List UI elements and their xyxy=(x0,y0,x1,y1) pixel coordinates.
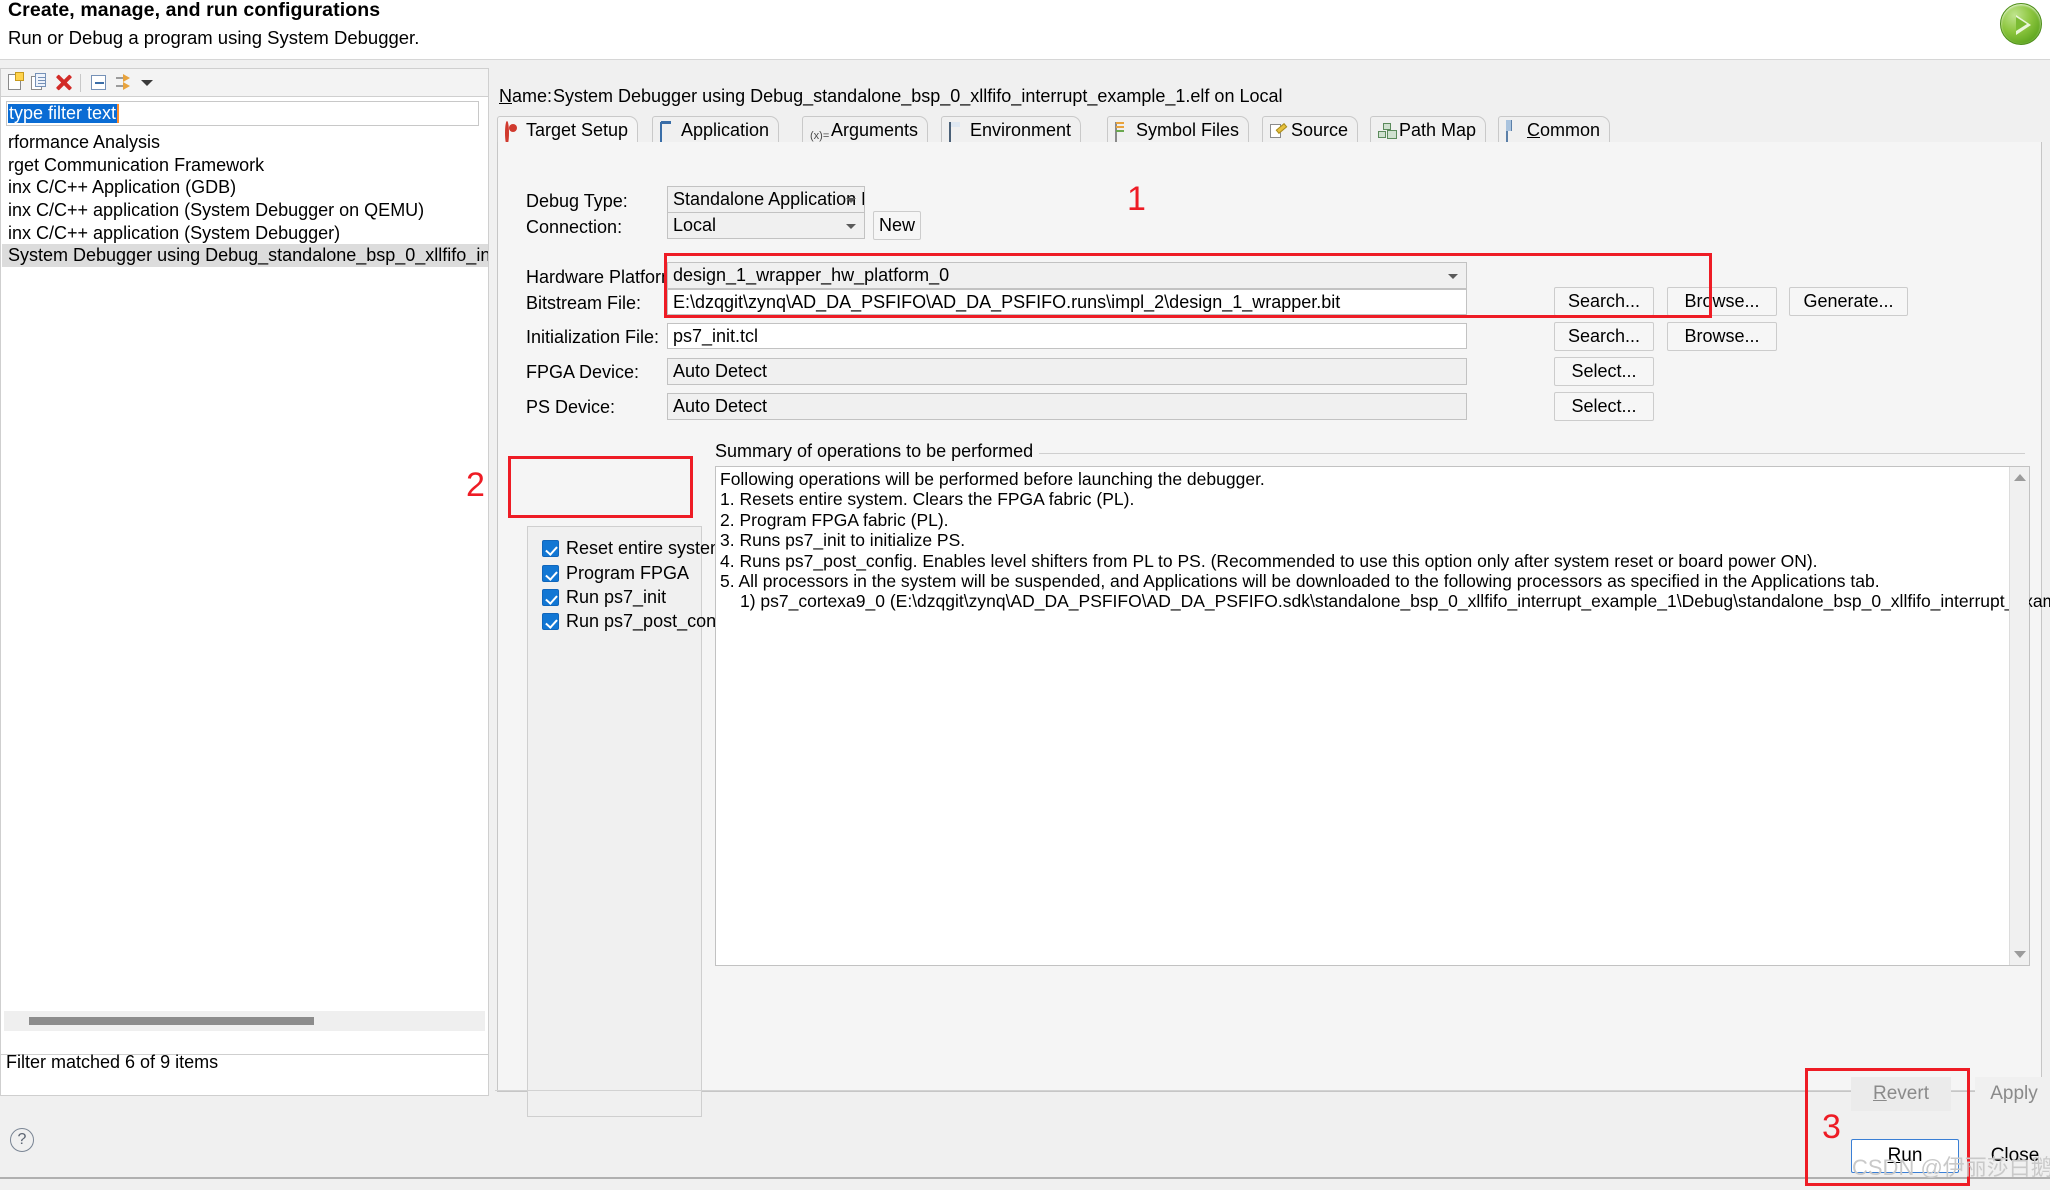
tab-common[interactable]: Common xyxy=(1498,116,1611,144)
launch-configurations-panel: type filter text rformance Analysis rget… xyxy=(0,68,489,1114)
tab-bar: Target Setup Application (x)=Arguments E… xyxy=(497,116,2042,145)
hardware-platform-label: Hardware Platform: xyxy=(526,267,682,287)
footer-divider xyxy=(495,1090,2044,1091)
page-subtitle: Run or Debug a program using System Debu… xyxy=(8,27,420,48)
connection-select[interactable]: Local xyxy=(667,212,865,239)
annotation-number-3: 3 xyxy=(1822,1108,1841,1146)
tab-application[interactable]: Application xyxy=(652,116,780,144)
summary-group-title: Summary of operations to be performed xyxy=(715,441,1040,462)
summary-line: 5. All processors in the system will be … xyxy=(720,570,1880,591)
summary-line-indented: 1) ps7_cortexa9_0 (E:\dzqgit\zynq\AD_DA_… xyxy=(740,591,2050,612)
checkbox-icon[interactable] xyxy=(542,589,559,606)
configurations-toolbar xyxy=(0,68,489,96)
revert-button[interactable]: Revert xyxy=(1851,1077,1951,1111)
init-search-button[interactable]: Search... xyxy=(1554,322,1654,351)
tab-path-map[interactable]: Path Map xyxy=(1370,116,1487,143)
bitstream-generate-button[interactable]: Generate... xyxy=(1789,287,1908,316)
chevron-down-icon xyxy=(846,224,856,229)
collapse-all-icon[interactable] xyxy=(89,73,111,93)
list-item[interactable]: inx C/C++ application (System Debugger o… xyxy=(2,199,488,222)
horizontal-scrollbar-thumb[interactable] xyxy=(29,1017,314,1025)
fpga-device-select-button[interactable]: Select... xyxy=(1554,357,1654,386)
annotation-number-2: 2 xyxy=(466,466,485,504)
toolbar-separator xyxy=(80,74,81,92)
source-icon xyxy=(1270,123,1288,139)
target-icon xyxy=(505,120,523,145)
name-field[interactable]: System Debugger using Debug_standalone_b… xyxy=(553,86,1282,107)
ps-device-select-button[interactable]: Select... xyxy=(1554,392,1654,421)
hardware-platform-value: design_1_wrapper_hw_platform_0 xyxy=(673,265,950,285)
tab-environment[interactable]: Environment xyxy=(941,116,1082,144)
debug-type-label: Debug Type: xyxy=(526,191,628,211)
bitstream-file-label: Bitstream File: xyxy=(526,293,642,313)
tab-arguments[interactable]: (x)=Arguments xyxy=(802,116,929,143)
help-icon[interactable]: ? xyxy=(10,1128,34,1152)
bitstream-browse-button[interactable]: Browse... xyxy=(1667,287,1777,316)
scroll-up-icon[interactable] xyxy=(2014,474,2026,481)
list-item[interactable]: rget Communication Framework xyxy=(2,154,488,177)
bitstream-file-input[interactable]: E:\dzqgit\zynq\AD_DA_PSFIFO\AD_DA_PSFIFO… xyxy=(667,289,1467,315)
debug-type-select[interactable]: Standalone Application Debug xyxy=(667,186,865,213)
annotation-number-1: 1 xyxy=(1127,180,1146,218)
search-input-selected-text: type filter text xyxy=(8,104,120,123)
run-play-icon xyxy=(2000,3,2042,45)
delete-icon[interactable] xyxy=(53,73,75,93)
page-header: Create, manage, and run configurations R… xyxy=(0,0,2050,60)
fpga-device-label: FPGA Device: xyxy=(526,362,640,382)
initialization-file-input[interactable]: ps7_init.tcl xyxy=(667,323,1467,349)
fpga-device-field[interactable]: Auto Detect xyxy=(667,358,1467,385)
symbol-files-icon xyxy=(1115,120,1133,144)
tab-symbol-files[interactable]: Symbol Files xyxy=(1107,116,1250,144)
page-title: Create, manage, and run configurations xyxy=(8,0,381,21)
chevron-down-icon xyxy=(846,198,856,203)
common-icon xyxy=(1506,120,1524,144)
connection-value: Local xyxy=(673,215,717,235)
application-icon xyxy=(660,120,678,144)
new-connection-button[interactable]: New xyxy=(873,211,921,240)
list-item[interactable]: rformance Analysis xyxy=(2,131,488,154)
summary-line: 3. Runs ps7_init to initialize PS. xyxy=(720,530,966,551)
hardware-platform-select[interactable]: design_1_wrapper_hw_platform_0 xyxy=(667,262,1467,289)
new-launch-configuration-icon[interactable] xyxy=(5,72,27,93)
ps-device-field[interactable]: Auto Detect xyxy=(667,393,1467,420)
scroll-down-icon[interactable] xyxy=(2014,951,2026,958)
environment-icon xyxy=(949,120,967,144)
checkbox-icon[interactable] xyxy=(542,565,559,582)
configurations-tree[interactable]: rformance Analysis rget Communication Fr… xyxy=(2,131,488,1041)
watermark: CSDN @伊丽莎白鹅 xyxy=(1852,1155,2050,1180)
summary-content: Following operations will be performed b… xyxy=(720,469,2050,612)
summary-line: 2. Program FPGA fabric (PL). xyxy=(720,509,949,530)
filter-status-text: Filter matched 6 of 9 items xyxy=(6,1052,219,1072)
list-item[interactable]: inx C/C++ Application (GDB) xyxy=(2,176,488,199)
summary-line: Following operations will be performed b… xyxy=(720,469,1265,489)
summary-line: 4. Runs ps7_post_config. Enables level s… xyxy=(720,550,1818,571)
debug-type-value: Standalone Application Debug xyxy=(673,189,864,209)
chevron-down-icon[interactable] xyxy=(137,73,159,93)
list-item[interactable]: inx C/C++ application (System Debugger) xyxy=(2,222,488,245)
tab-target-setup[interactable]: Target Setup xyxy=(497,116,639,145)
duplicate-icon[interactable] xyxy=(29,73,51,93)
window-bottom-edge xyxy=(0,1177,2050,1179)
vertical-scrollbar[interactable] xyxy=(2009,467,2029,965)
tab-source[interactable]: Source xyxy=(1262,116,1359,143)
apply-button[interactable]: Apply xyxy=(1975,1077,2050,1111)
initialization-file-label: Initialization File: xyxy=(526,327,660,347)
name-label: Name: xyxy=(499,86,553,106)
chevron-down-icon xyxy=(1448,274,1458,279)
summary-line: 1. Resets entire system. Clears the FPGA… xyxy=(720,489,1135,510)
horizontal-scrollbar[interactable] xyxy=(4,1011,485,1031)
path-map-icon xyxy=(1378,123,1396,139)
summary-text-area: Following operations will be performed b… xyxy=(715,466,2050,966)
checkbox-icon[interactable] xyxy=(542,540,559,557)
checkbox-icon[interactable] xyxy=(542,613,559,630)
ps-device-label: PS Device: xyxy=(526,397,616,417)
filter-icon[interactable] xyxy=(113,73,135,93)
configurations-tree-container: type filter text rformance Analysis rget… xyxy=(0,96,489,1096)
init-browse-button[interactable]: Browse... xyxy=(1667,322,1777,351)
operations-checkbox-group: Reset entire system Program FPGA Run ps7… xyxy=(527,526,735,1117)
list-item-selected[interactable]: System Debugger using Debug_standalone_b… xyxy=(2,244,488,268)
bitstream-search-button[interactable]: Search... xyxy=(1554,287,1654,316)
connection-label: Connection: xyxy=(526,217,623,237)
